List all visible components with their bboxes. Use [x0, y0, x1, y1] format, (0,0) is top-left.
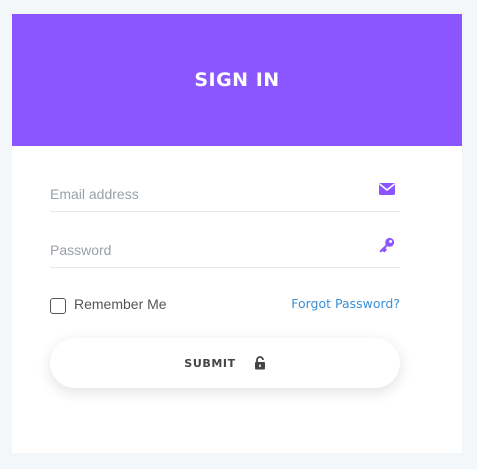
forgot-password-link[interactable]: Forgot Password?	[291, 296, 400, 311]
key-icon	[379, 237, 395, 253]
signin-form	[50, 172, 400, 268]
card-header: SIGN IN	[12, 14, 462, 146]
password-field[interactable]	[50, 242, 360, 258]
remember-label: Remember Me	[74, 296, 167, 312]
remember-checkbox[interactable]	[50, 298, 66, 314]
submit-label: SUBMIT	[184, 356, 236, 370]
email-field[interactable]	[50, 186, 360, 202]
remember-row: Remember Me Forgot Password?	[50, 296, 400, 316]
page-title: SIGN IN	[194, 69, 280, 91]
unlock-icon	[254, 356, 265, 370]
envelope-icon	[379, 183, 395, 195]
submit-button[interactable]: SUBMIT	[50, 338, 400, 388]
email-field-wrapper	[50, 172, 400, 212]
password-field-wrapper	[50, 228, 400, 268]
